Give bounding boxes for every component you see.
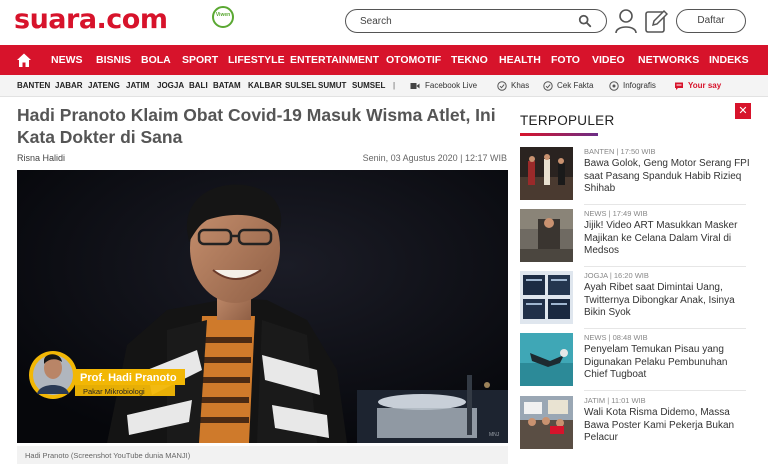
subnav-item-bali[interactable]: BALI xyxy=(189,75,208,97)
photo-caption: Hadi Pranoto (Screenshot YouTube dunia M… xyxy=(17,446,508,464)
popular-meta: BANTEN | 17:50 WIB xyxy=(584,147,656,156)
info-icon xyxy=(609,81,619,91)
article-author[interactable]: Risna Halidi xyxy=(17,153,65,163)
check-icon xyxy=(543,81,553,91)
register-button[interactable]: Daftar xyxy=(676,9,746,33)
nav-item-bisnis[interactable]: BISNIS xyxy=(96,45,131,75)
subnav-separator: | xyxy=(393,81,396,90)
subnav-item-jabar[interactable]: JABAR xyxy=(55,75,83,97)
home-icon[interactable] xyxy=(16,52,32,68)
nav-item-indeks[interactable]: INDEKS xyxy=(709,45,749,75)
subnav-item-sumut[interactable]: SUMUT xyxy=(318,75,346,97)
popular-headline[interactable]: Wali Kota Risma Didemo, Massa Bawa Poste… xyxy=(584,407,750,445)
nav-item-lifestyle[interactable]: LIFESTYLE xyxy=(228,45,285,75)
popular-thumbnail[interactable] xyxy=(520,209,573,262)
popular-meta: JOGJA | 16:20 WIB xyxy=(584,271,649,280)
divider xyxy=(584,390,746,391)
popular-headline[interactable]: Ayah Ribet saat Dimintai Uang, Twitterny… xyxy=(584,282,750,320)
nav-item-video[interactable]: VIDEO xyxy=(592,45,625,75)
video-icon xyxy=(410,83,420,89)
site-logo[interactable]: suara.com xyxy=(14,4,168,35)
sidebar-title-underline xyxy=(520,133,598,136)
popular-meta: NEWS | 08:48 WIB xyxy=(584,333,648,342)
subnav-infografis[interactable]: Infografis xyxy=(623,75,656,97)
main-nav: NEWS BISNIS BOLA SPORT LIFESTYLE ENTERTA… xyxy=(0,45,768,75)
close-icon[interactable]: ✕ xyxy=(735,103,751,119)
popular-item[interactable]: BANTEN | 17:50 WIB Bawa Golok, Geng Moto… xyxy=(520,147,750,205)
nav-item-sport[interactable]: SPORT xyxy=(182,45,218,75)
popular-headline[interactable]: Bawa Golok, Geng Motor Serang FPI saat P… xyxy=(584,158,750,196)
article-photo: Prof. Hadi Pranoto Pakar Mikrobiologi MN… xyxy=(17,170,508,443)
popular-thumbnail[interactable] xyxy=(520,147,573,200)
article-photo-art: Prof. Hadi Pranoto Pakar Mikrobiologi MN… xyxy=(17,170,508,443)
edit-icon[interactable] xyxy=(644,8,668,34)
subnav-item-jogja[interactable]: JOGJA xyxy=(157,75,184,97)
subnav-cek-fakta[interactable]: Cek Fakta xyxy=(557,75,593,97)
subnav-item-sulsel[interactable]: SULSEL xyxy=(285,75,317,97)
popular-thumbnail[interactable] xyxy=(520,396,573,449)
popular-meta: NEWS | 17:49 WIB xyxy=(584,209,648,218)
nav-item-otomotif[interactable]: OTOMOTIF xyxy=(386,45,441,75)
popular-item[interactable]: NEWS | 08:48 WIB Penyelam Temukan Pisau … xyxy=(520,333,750,391)
subnav-facebook-live[interactable]: Facebook Live xyxy=(425,75,477,97)
subnav-your-say[interactable]: Your say xyxy=(688,75,721,97)
subnav-item-jateng[interactable]: JATENG xyxy=(88,75,120,97)
logo-badge: Viwen xyxy=(212,6,234,28)
user-icon[interactable] xyxy=(614,8,638,34)
search-box[interactable] xyxy=(345,9,607,33)
popular-headline[interactable]: Penyelam Temukan Pisau yang Digunakan Pe… xyxy=(584,344,750,382)
subnav-item-jatim[interactable]: JATIM xyxy=(126,75,149,97)
nav-item-news[interactable]: NEWS xyxy=(51,45,83,75)
popular-thumbnail[interactable] xyxy=(520,333,573,386)
nav-item-entertainment[interactable]: ENTERTAINMENT xyxy=(290,45,379,75)
site-header: suara.com Viwen Daftar xyxy=(0,0,768,44)
photo-watermark: MNJ xyxy=(489,432,500,438)
sidebar-title: TERPOPULER xyxy=(520,113,615,128)
sub-nav: BANTEN JABAR JATENG JATIM JOGJA BALI BAT… xyxy=(0,75,768,97)
article-date: Senin, 03 Agustus 2020 | 12:17 WIB xyxy=(362,153,507,163)
popular-headline[interactable]: Jijik! Video ART Masukkan Masker Majikan… xyxy=(584,220,750,258)
photo-name-label: Prof. Hadi Pranoto xyxy=(80,372,177,384)
popular-item[interactable]: NEWS | 17:49 WIB Jijik! Video ART Masukk… xyxy=(520,209,750,267)
nav-item-tekno[interactable]: TEKNO xyxy=(451,45,488,75)
subnav-item-batam[interactable]: BATAM xyxy=(213,75,241,97)
divider xyxy=(584,328,746,329)
subnav-khas[interactable]: Khas xyxy=(511,75,529,97)
article-title: Hadi Pranoto Klaim Obat Covid-19 Masuk W… xyxy=(17,105,496,147)
popular-thumbnail[interactable] xyxy=(520,271,573,324)
popular-item[interactable]: JOGJA | 16:20 WIB Ayah Ribet saat Dimint… xyxy=(520,271,750,329)
subnav-item-kalbar[interactable]: KALBAR xyxy=(248,75,282,97)
nav-item-health[interactable]: HEALTH xyxy=(499,45,541,75)
popular-meta: JATIM | 11:01 WIB xyxy=(584,396,646,405)
search-input[interactable] xyxy=(360,14,560,29)
nav-item-bola[interactable]: BOLA xyxy=(141,45,171,75)
photo-role-label: Pakar Mikrobiologi xyxy=(83,387,145,396)
nav-item-networks[interactable]: NETWORKS xyxy=(638,45,699,75)
subnav-item-sumsel[interactable]: SUMSEL xyxy=(352,75,385,97)
nav-item-foto[interactable]: FOTO xyxy=(551,45,580,75)
popular-item[interactable]: JATIM | 11:01 WIB Wali Kota Risma Didemo… xyxy=(520,396,750,454)
search-icon[interactable] xyxy=(578,14,592,28)
chat-icon xyxy=(675,82,683,90)
divider xyxy=(584,204,746,205)
subnav-item-banten[interactable]: BANTEN xyxy=(17,75,50,97)
check-icon xyxy=(497,81,507,91)
divider xyxy=(584,266,746,267)
